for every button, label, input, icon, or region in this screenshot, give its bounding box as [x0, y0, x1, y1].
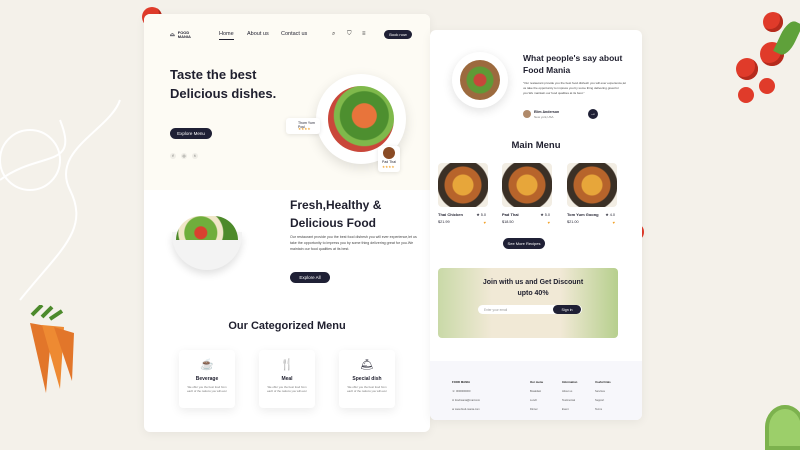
tag-thom-yum[interactable]: Thom Yum Poul ★★★★ — [286, 118, 320, 134]
footer-email[interactable]: ✉ foodmania@mail.com — [452, 399, 480, 402]
category-card-meal[interactable]: 🍴 Meal We offer you the best food from e… — [259, 350, 315, 408]
avatar — [523, 110, 531, 118]
see-more-recipes-button[interactable]: See More Recipes — [503, 238, 545, 249]
twitter-icon[interactable]: t — [192, 153, 198, 159]
lettuce — [765, 405, 800, 450]
tom-yum-image — [567, 163, 617, 207]
menu-item-thai-chicken[interactable]: Thai Chicken ★ 5.0 $21.99 ♥ — [438, 163, 488, 225]
menu-icon[interactable]: ≡ — [362, 31, 366, 37]
menu-item-rating: ★ 5.0 — [540, 213, 550, 217]
tomato-right-4 — [738, 87, 754, 103]
carrots — [30, 305, 74, 393]
footer-link[interactable]: Dinner — [530, 408, 538, 411]
heart-icon[interactable]: ♥ — [548, 220, 550, 225]
cloche-icon: ⌓ — [170, 32, 175, 38]
menu-item-rating: ★ 5.0 — [476, 213, 486, 217]
category-name: Meal — [281, 376, 293, 382]
main-menu-title: Main Menu — [511, 140, 561, 151]
footer-col-menu: Our menu Breakfast Lunch Dinner — [530, 380, 544, 411]
fresh-paragraph: Our restaurant provide you the best food… — [290, 235, 417, 251]
heart-icon[interactable]: ♥ — [613, 220, 615, 225]
menu-item-price: $21.00 — [567, 220, 579, 224]
nav-about[interactable]: About us — [247, 31, 269, 37]
cloche-icon: 🛎 — [360, 359, 374, 371]
instagram-icon[interactable]: ◎ — [181, 153, 187, 159]
next-arrow-button[interactable]: → — [588, 109, 598, 119]
footer-link[interactable]: Testimonial — [562, 399, 575, 402]
promo-title: Join with us and Get Discount upto 40% — [482, 279, 584, 297]
testimonial-dish-image — [452, 52, 508, 108]
footer-link[interactable]: Support — [595, 399, 604, 402]
categories-title: Our Categorized Menu — [228, 320, 346, 332]
salad-bowl-image — [166, 210, 248, 272]
landing-page-right: What people's say about Food Mania "Our … — [430, 30, 642, 420]
facebook-icon[interactable]: f — [170, 153, 176, 159]
tomato-right-1 — [763, 12, 783, 32]
logo[interactable]: ⌓ FOOD MANIA — [170, 31, 191, 39]
category-desc: We offer you the best food from each of … — [267, 385, 307, 393]
testimonial-title: What people's say about Food Mania — [523, 53, 623, 75]
testimonial-quote: "Our restaurant provide you the best foo… — [523, 81, 626, 95]
landing-page-left: ⌓ FOOD MANIA Home About us Contact us ⌕ … — [144, 14, 430, 432]
footer-contact: FOOD MANIA ☏ 0000000000 ✉ foodmania@mail… — [452, 378, 480, 414]
menu-item-tom-yum[interactable]: Tom Yum Goong ★ 4.0 $21.00 ♥ — [567, 163, 617, 225]
explore-menu-button[interactable]: Explore Menu — [170, 128, 212, 139]
menu-item-price: $18.50 — [502, 220, 514, 224]
footer-website[interactable]: ⊕ www.food-mania.com — [452, 408, 480, 411]
footer-link[interactable]: Services — [595, 390, 605, 393]
footer-link[interactable]: Lunch — [530, 399, 537, 402]
cart-icon[interactable]: ⛉ — [347, 31, 352, 38]
footer-link[interactable]: About us — [562, 390, 572, 393]
menu-item-price: $21.99 — [438, 220, 450, 224]
tomato-right-5 — [759, 78, 775, 94]
footer-logo[interactable]: FOOD MANIA — [452, 380, 470, 384]
category-desc: We offer you the best food from each of … — [187, 385, 227, 393]
category-desc: We offer you the best food from each of … — [347, 385, 387, 393]
thai-chicken-image — [438, 163, 488, 207]
hero-title: Taste the best Delicious dishes. — [170, 67, 277, 101]
search-icon[interactable]: ⌕ — [332, 31, 335, 38]
heart-icon[interactable]: ♥ — [484, 220, 486, 225]
menu-item-name: Pad Thai — [502, 212, 519, 217]
pad-thai-image — [502, 163, 552, 207]
menu-item-rating: ★ 4.0 — [605, 213, 615, 217]
footer: FOOD MANIA ☏ 0000000000 ✉ foodmania@mail… — [430, 361, 642, 420]
tomato-right-2 — [736, 58, 758, 80]
category-card-special[interactable]: 🛎 Special dish We offer you the best foo… — [339, 350, 395, 408]
fork-knife-icon: 🍴 — [280, 359, 294, 371]
footer-link[interactable]: Event — [562, 408, 569, 411]
book-now-button[interactable]: Book now — [384, 30, 412, 39]
footer-col-info: Information About us Testimonial Event — [562, 380, 578, 411]
tag-pad-thai[interactable]: Pad Thai ★★★★ — [378, 146, 400, 172]
menu-item-name: Tom Yum Goong — [567, 212, 599, 217]
author-location: New york,USA — [534, 115, 554, 119]
fresh-title: Fresh,Healthy & Delicious Food — [290, 198, 382, 230]
category-name: Beverage — [195, 376, 219, 382]
menu-item-name: Thai Chicken — [438, 212, 463, 217]
footer-col-links: Useful links Services Support Terms — [595, 380, 611, 411]
menu-item-pad-thai[interactable]: Pad Thai ★ 5.0 $18.50 ♥ — [502, 163, 552, 225]
footer-link[interactable]: Breakfast — [530, 390, 541, 393]
category-name: Special dish — [352, 376, 382, 382]
category-card-beverage[interactable]: ☕ Beverage We offer you the best food fr… — [179, 350, 235, 408]
footer-phone: ☏ 0000000000 — [452, 390, 471, 393]
discount-banner: Join with us and Get Discount upto 40% E… — [438, 268, 618, 338]
author-name: Elim Anderson — [534, 110, 560, 114]
nav-contact[interactable]: Contact us — [281, 31, 307, 37]
coffee-cup-icon: ☕ — [200, 359, 214, 371]
explore-all-button[interactable]: Explore All — [290, 272, 330, 283]
nav-home[interactable]: Home — [219, 31, 234, 40]
sign-in-button[interactable]: Sign in — [553, 305, 581, 314]
pad-thai-thumb — [383, 147, 395, 159]
footer-link[interactable]: Terms — [595, 408, 602, 411]
